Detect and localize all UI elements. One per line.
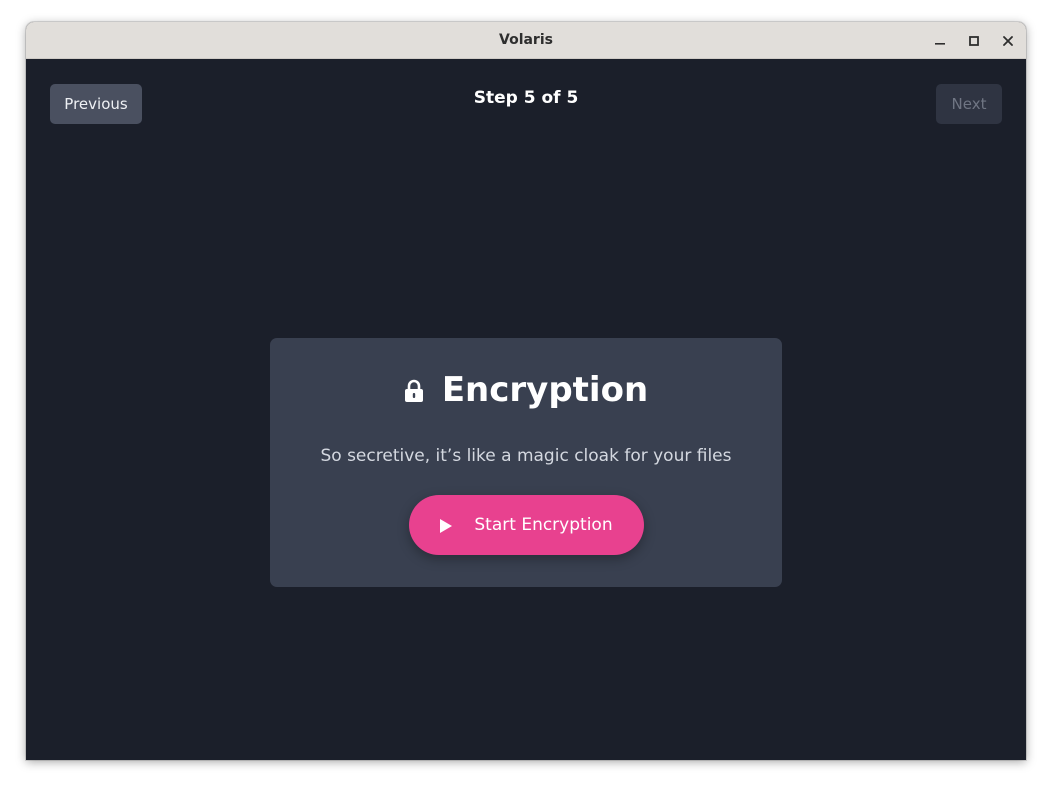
window-title: Volaris — [499, 32, 553, 48]
start-encryption-button[interactable]: Start Encryption — [409, 495, 644, 555]
title-bar[interactable]: Volaris — [26, 22, 1026, 59]
encryption-card: Encryption So secretive, it’s like a mag… — [270, 338, 782, 587]
minimize-icon — [935, 43, 945, 45]
app-window: Volaris Previous Step 5 of 5 Next Encryp… — [26, 22, 1026, 760]
minimize-button[interactable] — [929, 30, 951, 52]
step-indicator: Step 5 of 5 — [473, 88, 579, 108]
card-title: Encryption — [441, 370, 649, 410]
play-icon — [440, 518, 453, 533]
close-button[interactable] — [997, 30, 1019, 52]
maximize-button[interactable] — [963, 30, 985, 52]
maximize-icon — [969, 36, 979, 46]
lock-icon — [404, 379, 424, 403]
card-description: So secretive, it’s like a magic cloak fo… — [320, 446, 732, 466]
main-content: Previous Step 5 of 5 Next Encryption So … — [26, 59, 1026, 760]
close-icon — [1003, 36, 1013, 46]
card-header: Encryption — [270, 368, 782, 412]
start-encryption-label: Start Encryption — [474, 515, 613, 535]
next-button[interactable]: Next — [936, 84, 1002, 124]
